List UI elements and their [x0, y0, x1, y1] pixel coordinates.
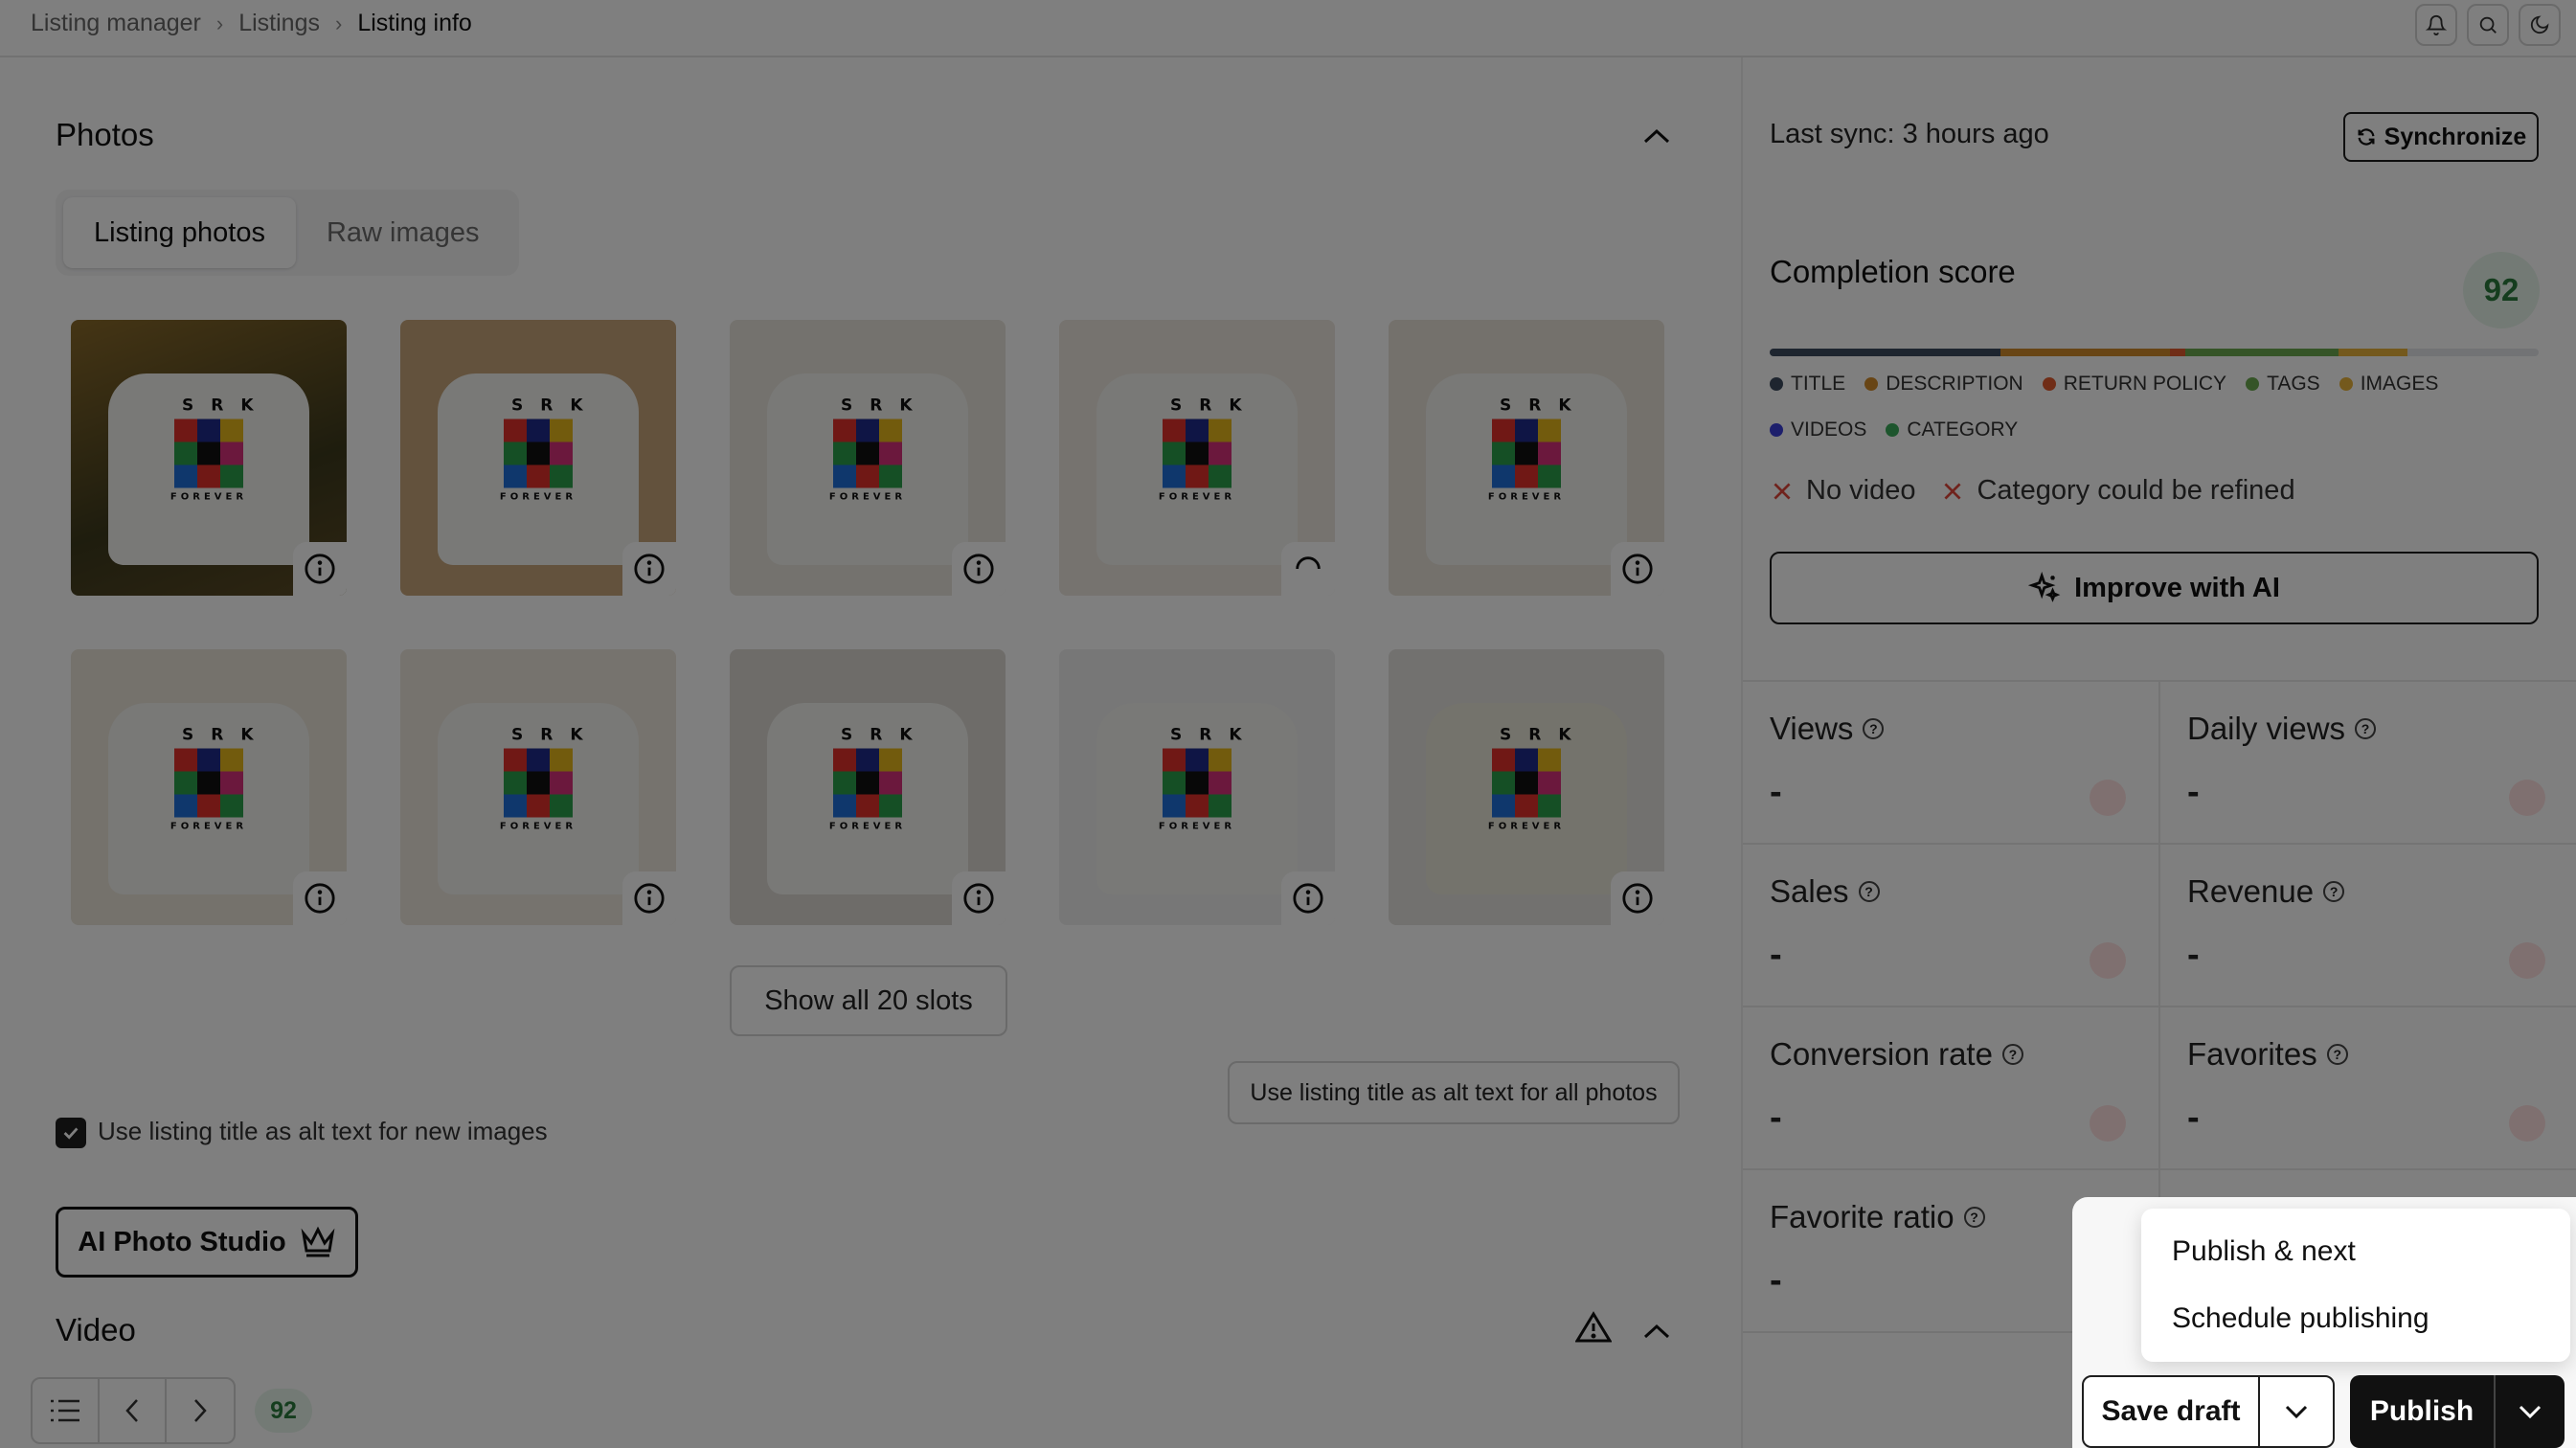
save-draft-group: Save draft: [2082, 1375, 2335, 1448]
publish-button[interactable]: Publish: [2350, 1375, 2496, 1448]
publish-options-menu: Publish & next Schedule publishing: [2141, 1209, 2570, 1362]
menu-item-publish-and-next[interactable]: Publish & next: [2141, 1218, 2570, 1285]
publish-options-button[interactable]: [2496, 1375, 2565, 1448]
save-draft-options-button[interactable]: [2260, 1377, 2333, 1446]
publish-group: Publish: [2350, 1375, 2565, 1448]
chevron-down-icon: [2519, 1405, 2542, 1419]
save-draft-button[interactable]: Save draft: [2084, 1377, 2260, 1446]
menu-item-schedule-publishing[interactable]: Schedule publishing: [2141, 1285, 2570, 1352]
chevron-down-icon: [2285, 1405, 2308, 1419]
